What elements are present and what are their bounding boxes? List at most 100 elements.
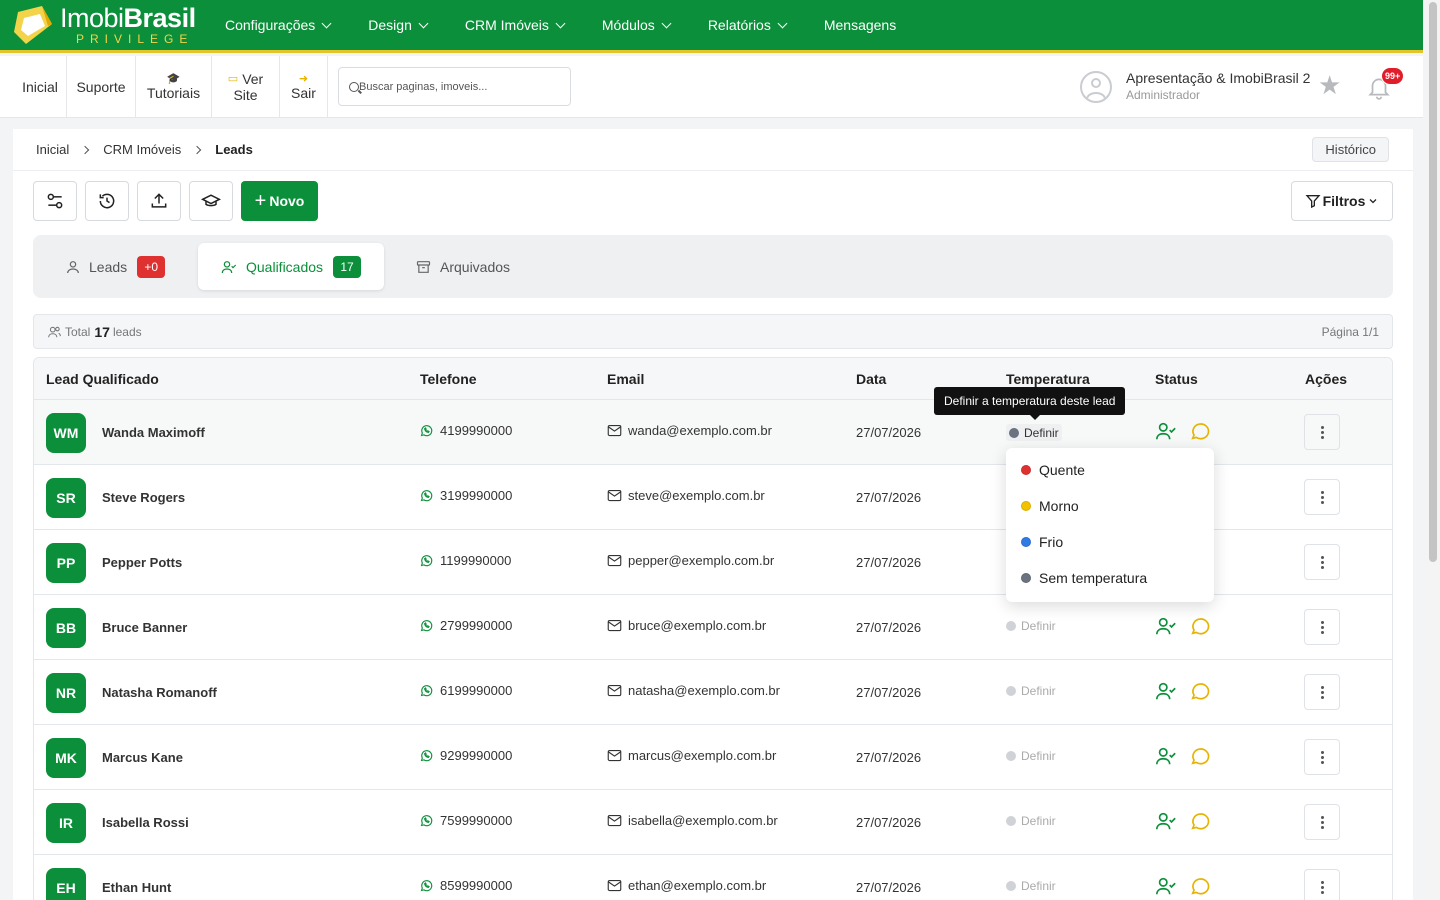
temp-option-quente[interactable]: Quente <box>1006 452 1214 488</box>
lead-email: pepper@exemplo.com.br <box>628 553 775 568</box>
lead-name[interactable]: Isabella Rossi <box>102 815 189 830</box>
settings-button[interactable] <box>33 181 77 221</box>
page-scrollbar[interactable] <box>1425 0 1440 900</box>
chat-icon[interactable] <box>1188 810 1212 832</box>
chat-icon[interactable] <box>1188 615 1212 637</box>
phone-cell[interactable]: 4199990000 <box>419 398 512 463</box>
logout-icon: ➜ <box>298 72 309 85</box>
nav-configuracoes[interactable]: Configurações <box>225 17 332 33</box>
temperature-selector[interactable]: Definir <box>1006 658 1056 723</box>
gray-dot-icon <box>1021 573 1031 583</box>
more-actions-button[interactable] <box>1304 869 1340 900</box>
lead-name[interactable]: Bruce Banner <box>102 620 187 635</box>
tab-leads[interactable]: Leads +0 <box>65 243 166 290</box>
inicial-link[interactable]: Inicial <box>0 55 67 118</box>
qualified-user-icon[interactable] <box>1154 420 1178 442</box>
email-cell[interactable]: wanda@exemplo.com.br <box>607 398 772 463</box>
tutorial-button[interactable] <box>189 181 233 221</box>
tutoriais-link[interactable]: 🎓 Tutoriais <box>136 55 212 118</box>
nav-mensagens[interactable]: Mensagens <box>824 17 896 33</box>
history-toolbar-button[interactable] <box>85 181 129 221</box>
lead-name[interactable]: Natasha Romanoff <box>102 685 217 700</box>
actions-cell <box>1304 465 1340 530</box>
qualified-user-icon[interactable] <box>1154 875 1178 897</box>
more-actions-button[interactable] <box>1304 414 1340 450</box>
temperature-selector[interactable]: Definir <box>1006 723 1056 788</box>
chat-icon[interactable] <box>1188 875 1212 897</box>
brand-logo[interactable]: ImobiBrasil PRIVILEGE <box>12 4 207 46</box>
temp-option-frio[interactable]: Frio <box>1006 524 1214 560</box>
breadcrumb-inicial[interactable]: Inicial <box>36 142 69 157</box>
email-cell[interactable]: isabella@exemplo.com.br <box>607 788 778 853</box>
more-actions-button[interactable] <box>1304 544 1340 580</box>
tab-qualificados[interactable]: Qualificados 17 <box>198 243 384 290</box>
temperature-selector[interactable]: Definir <box>1006 788 1056 853</box>
table-row[interactable]: BB Bruce Banner 2799990000 bruce@exemplo.co… <box>34 595 1392 660</box>
more-actions-button[interactable] <box>1304 674 1340 710</box>
more-actions-button[interactable] <box>1304 739 1340 775</box>
history-button[interactable]: Histórico <box>1312 137 1389 162</box>
lead-name[interactable]: Steve Rogers <box>102 490 185 505</box>
breadcrumb-crm-imoveis[interactable]: CRM Imóveis <box>103 142 181 157</box>
user-icon <box>67 260 79 273</box>
nav-design[interactable]: Design <box>368 17 429 33</box>
phone-cell[interactable]: 9299990000 <box>419 723 512 788</box>
temp-option-sem-temperatura[interactable]: Sem temperatura <box>1006 560 1214 596</box>
qualified-user-icon[interactable] <box>1154 680 1178 702</box>
lead-name[interactable]: Marcus Kane <box>102 750 183 765</box>
phone-cell[interactable]: 8599990000 <box>419 853 512 900</box>
email-cell[interactable]: pepper@exemplo.com.br <box>607 528 774 593</box>
nav-label: Mensagens <box>823 17 897 33</box>
filters-button[interactable]: Filtros <box>1291 181 1393 221</box>
user-menu[interactable]: Apresentação & ImobiBrasil 2 Administrad… <box>1080 70 1310 104</box>
email-cell[interactable]: ethan@exemplo.com.br <box>607 853 766 900</box>
more-actions-button[interactable] <box>1304 804 1340 840</box>
phone-cell[interactable]: 1199990000 <box>419 528 511 593</box>
phone-cell[interactable]: 2799990000 <box>419 593 512 658</box>
table-row[interactable]: EH Ethan Hunt 8599990000 ethan@exemplo.com.… <box>34 855 1392 900</box>
temperature-selector[interactable]: Definir <box>1006 853 1056 900</box>
temperature-selector[interactable]: Definir <box>1006 593 1056 658</box>
qualified-user-icon[interactable] <box>1154 810 1178 832</box>
email-cell[interactable]: marcus@exemplo.com.br <box>607 723 776 788</box>
chat-icon[interactable] <box>1188 420 1212 442</box>
actions-cell <box>1304 855 1340 900</box>
scrollbar-thumb[interactable] <box>1429 2 1437 562</box>
search-input[interactable]: Buscar paginas, imoveis... <box>338 67 571 106</box>
chat-icon[interactable] <box>1188 745 1212 767</box>
table-row[interactable]: NR Natasha Romanoff 6199990000 natasha@exem… <box>34 660 1392 725</box>
suporte-link[interactable]: Suporte <box>67 55 136 118</box>
temperature-selector[interactable]: Definir <box>1006 424 1062 441</box>
nav-modulos[interactable]: Módulos <box>602 17 672 33</box>
export-button[interactable] <box>137 181 181 221</box>
qualified-user-icon[interactable] <box>1154 745 1178 767</box>
favorite-star-icon[interactable]: ★ <box>1318 72 1341 98</box>
email-cell[interactable]: natasha@exemplo.com.br <box>607 658 780 723</box>
more-actions-button[interactable] <box>1304 479 1340 515</box>
phone-cell[interactable]: 6199990000 <box>419 658 512 723</box>
more-actions-button[interactable] <box>1304 609 1340 645</box>
lead-cell: MK Marcus Kane <box>46 725 183 790</box>
kebab-dot <box>1320 885 1324 889</box>
lead-name[interactable]: Ethan Hunt <box>102 880 171 895</box>
email-cell[interactable]: steve@exemplo.com.br <box>607 463 765 528</box>
phone-cell[interactable]: 7599990000 <box>419 788 512 853</box>
email-cell[interactable]: bruce@exemplo.com.br <box>607 593 766 658</box>
lead-name[interactable]: Wanda Maximoff <box>102 425 205 440</box>
table-row[interactable]: MK Marcus Kane 9299990000 marcus@exemplo.co… <box>34 725 1392 790</box>
qualified-user-icon[interactable] <box>1154 615 1178 637</box>
nav-relatorios[interactable]: Relatórios <box>708 17 788 33</box>
tab-arquivados[interactable]: Arquivados <box>415 243 510 290</box>
chat-icon[interactable] <box>1188 680 1212 702</box>
temp-option-label: Sem temperatura <box>1039 570 1148 586</box>
date-cell: 27/07/2026 <box>856 530 921 595</box>
sair-link[interactable]: ➜ Sair <box>280 55 328 118</box>
table-row[interactable]: IR Isabella Rossi 7599990000 isabella@exemp… <box>34 790 1392 855</box>
temp-option-morno[interactable]: Morno <box>1006 488 1214 524</box>
new-lead-button[interactable]: + Novo <box>241 181 318 221</box>
actions-cell <box>1304 530 1340 595</box>
phone-cell[interactable]: 3199990000 <box>419 463 512 528</box>
nav-crm-imoveis[interactable]: CRM Imóveis <box>465 17 566 33</box>
lead-name[interactable]: Pepper Potts <box>102 555 182 570</box>
ver-site-link[interactable]: ▭ Ver Site <box>212 55 280 118</box>
